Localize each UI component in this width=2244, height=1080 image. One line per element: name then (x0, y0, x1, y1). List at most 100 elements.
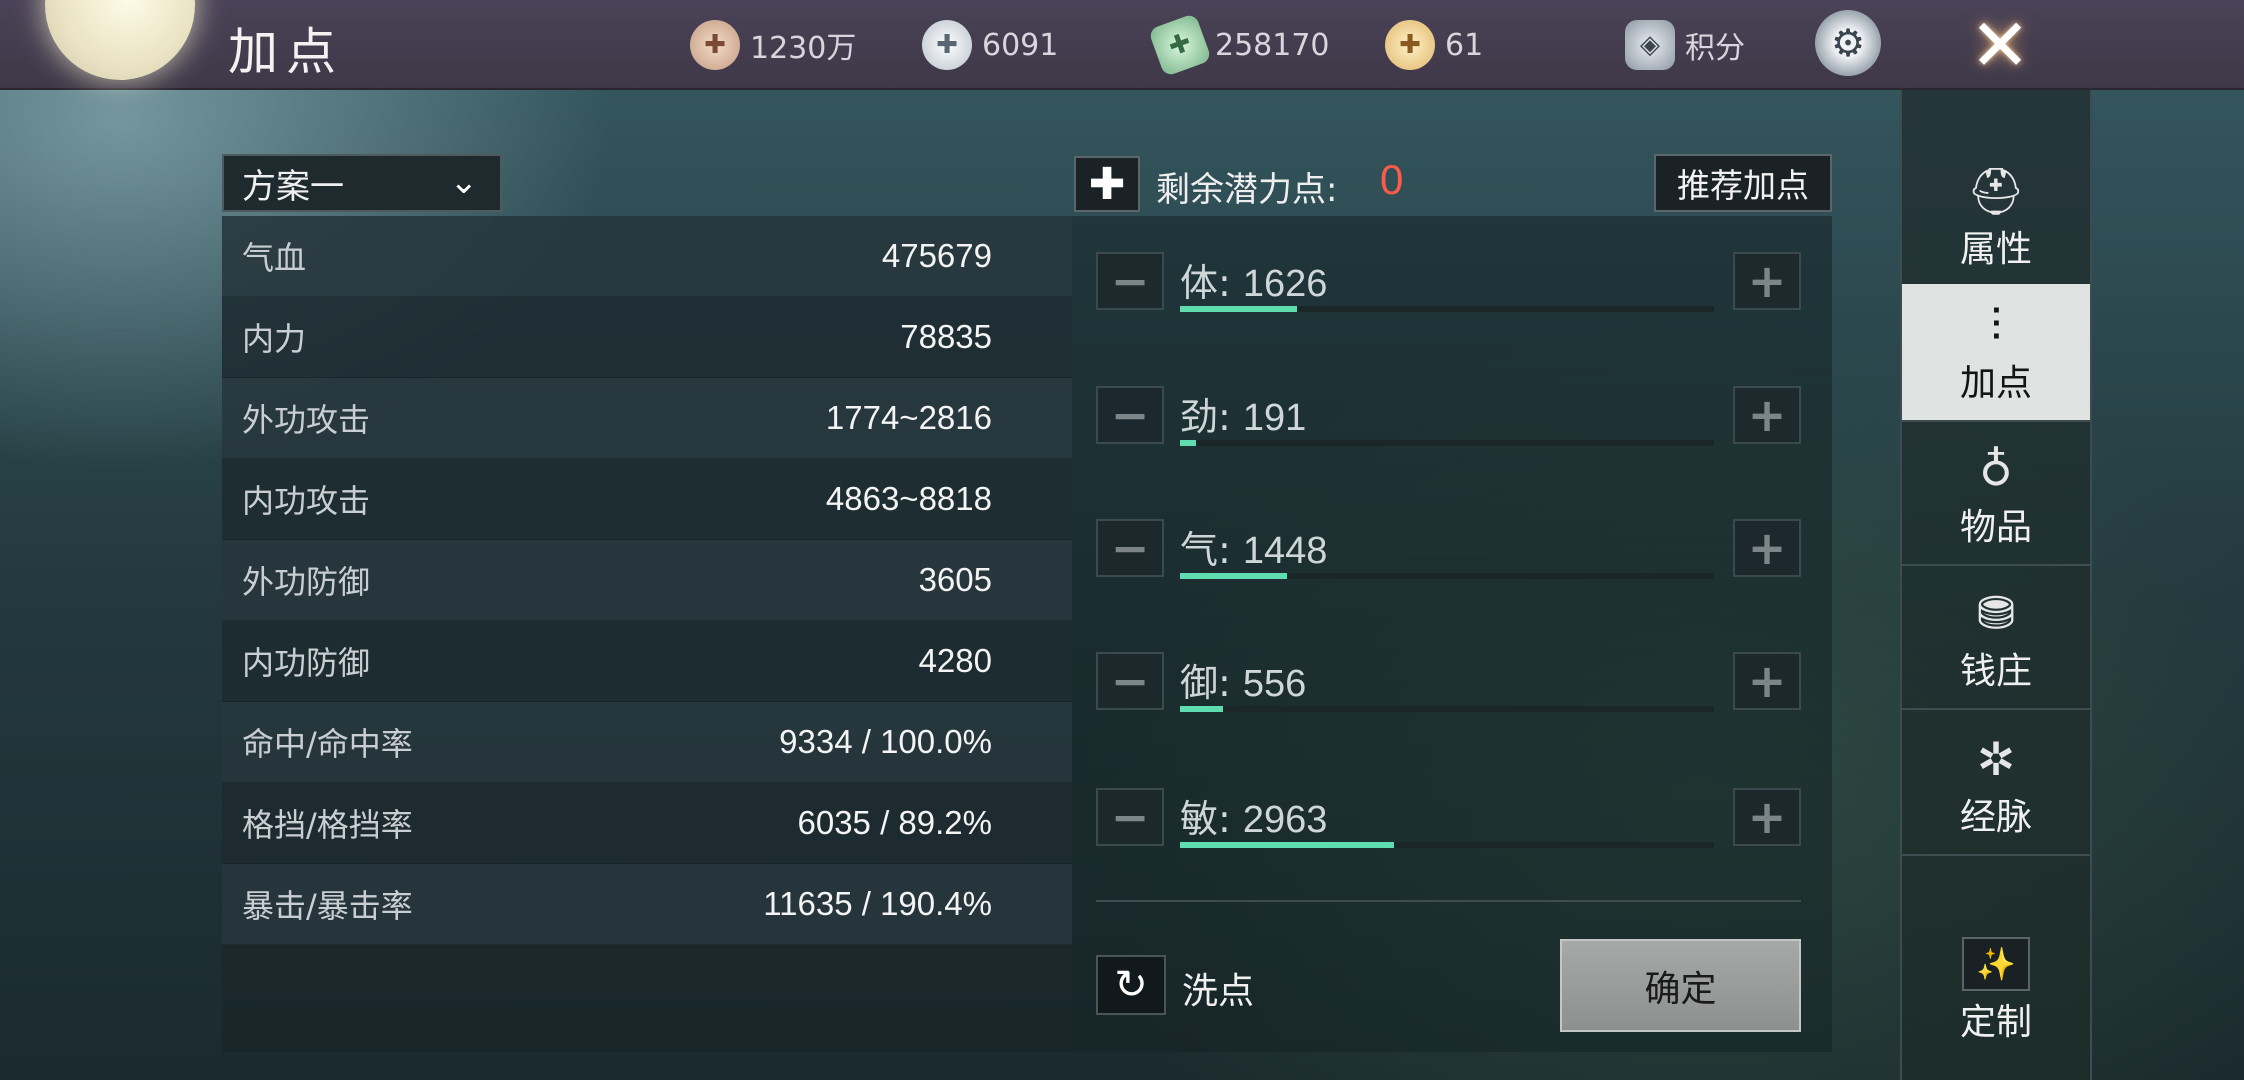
currency-silver[interactable]: ✚ 6091 (922, 10, 1058, 80)
bag-icon: ♁ (1979, 442, 2013, 496)
stat-label: 内功攻击 (242, 482, 371, 520)
attribute-progress-bar (1180, 706, 1714, 712)
attribute-label: 敏: 2963 (1180, 788, 1327, 843)
currency-gold[interactable]: ✚ 61 (1385, 10, 1483, 80)
stat-row: 气血 475679 (222, 216, 1072, 297)
stat-value: 1774~2816 (825, 399, 992, 436)
attribute-value: 2963 (1242, 799, 1328, 841)
attribute-separator: : (1218, 661, 1243, 705)
close-icon: ✕ (1969, 3, 2031, 87)
attribute-row: − 劲: 191 + (1096, 386, 1801, 448)
magic-wand-icon: ✨ (1962, 937, 2030, 991)
stats-panel: 气血 475679 内力 78835 外功攻击 1774~2816 内功攻击 4… (222, 216, 1072, 1052)
increase-button[interactable]: + (1733, 652, 1801, 710)
decrease-button[interactable]: − (1096, 788, 1164, 846)
meridian-icon: ✲ (1976, 732, 2016, 786)
decrease-button[interactable]: − (1096, 386, 1164, 444)
stat-value: 78835 (900, 318, 992, 355)
attribute-progress-fill (1180, 706, 1223, 712)
stat-label: 外功防御 (242, 563, 371, 601)
attribute-separator: : (1218, 261, 1243, 305)
sidebar-item-label: 属性 (1959, 229, 2032, 270)
score-button[interactable]: ◈ 积分 (1625, 10, 1745, 80)
money-bag-icon: ⛃ (1976, 586, 2016, 640)
stat-label: 气血 (242, 239, 307, 277)
decrease-button[interactable]: − (1096, 252, 1164, 310)
sidebar-item-custom[interactable]: ✨ 定制 (1902, 916, 2090, 1066)
close-button[interactable]: ✕ (1955, 2, 2045, 88)
increase-button[interactable]: + (1733, 519, 1801, 577)
page-title: 加点 (228, 23, 344, 81)
attribute-name: 气 (1180, 528, 1219, 572)
attribute-progress-fill (1180, 306, 1298, 312)
attribute-progress-fill (1180, 842, 1394, 848)
silver-ingot-add-icon: ✚ (922, 20, 972, 70)
score-label: 积分 (1685, 31, 1745, 66)
sidebar-item-items[interactable]: ♁ 物品 (1902, 428, 2090, 566)
minus-icon: − (1110, 790, 1150, 844)
attribute-name: 敏 (1180, 797, 1219, 841)
stat-label: 外功攻击 (242, 401, 371, 439)
attribute-row: − 体: 1626 + (1096, 252, 1801, 314)
sidebar-item-meridian[interactable]: ✲ 经脉 (1902, 718, 2090, 856)
stat-value: 4280 (918, 642, 992, 679)
confirm-button[interactable]: 确定 (1560, 939, 1801, 1032)
increase-button[interactable]: + (1733, 788, 1801, 846)
sidebar-item-bank[interactable]: ⛃ 钱庄 (1902, 572, 2090, 710)
currency-coins[interactable]: ✚ 1230万 (690, 10, 856, 80)
gold-ingot-add-icon: ✚ (1385, 20, 1435, 70)
plan-selected-label: 方案一 (242, 166, 344, 207)
sidebar-item-allocate[interactable]: ⫶ 加点 (1902, 284, 2090, 422)
add-potential-button[interactable]: ✚ (1074, 156, 1140, 212)
sidebar-item-label: 经脉 (1959, 797, 2032, 838)
sidebar-item-label: 钱庄 (1959, 651, 2032, 692)
increase-button[interactable]: + (1733, 386, 1801, 444)
shield-score-icon: ◈ (1625, 20, 1675, 70)
allocation-header: ✚ 剩余潜力点: 0 推荐加点 (1072, 154, 1832, 214)
moon-decoration (45, 0, 195, 80)
coin-add-icon: ✚ (690, 20, 740, 70)
remaining-points-value: 0 (1380, 156, 1404, 203)
attribute-progress-bar (1180, 440, 1714, 446)
plus-icon: + (1747, 654, 1787, 708)
stat-label: 命中/命中率 (242, 725, 413, 763)
decrease-button[interactable]: − (1096, 519, 1164, 577)
refresh-icon: ↻ (1114, 962, 1148, 1008)
sidebar-item-label: 加点 (1959, 363, 2032, 404)
sidebar-item-label: 物品 (1959, 507, 2032, 548)
sidebar-item-attributes[interactable]: ⛑ 属性 (1902, 150, 2090, 288)
stat-label: 内功防御 (242, 644, 371, 682)
attribute-name: 御 (1180, 661, 1219, 705)
sidebar: ⛑ 属性 ⫶ 加点 ♁ 物品 ⛃ 钱庄 ✲ 经脉 ✨ 定制 (1900, 90, 2092, 1080)
attribute-progress-bar (1180, 306, 1714, 312)
currency-jade[interactable]: ✚ 258170 (1147, 10, 1330, 80)
allocation-panel (1072, 216, 1832, 1052)
recommend-button[interactable]: 推荐加点 (1654, 154, 1832, 212)
stat-row: 内功攻击 4863~8818 (222, 459, 1072, 540)
divider (1096, 900, 1801, 902)
decrease-button[interactable]: − (1096, 652, 1164, 710)
stat-value: 9334 / 100.0% (779, 723, 992, 760)
attribute-progress-bar (1180, 573, 1714, 579)
stat-label: 暴击/暴击率 (242, 887, 413, 925)
attribute-row: − 敏: 2963 + (1096, 788, 1801, 850)
currency-jade-value: 258170 (1215, 27, 1330, 63)
increase-button[interactable]: + (1733, 252, 1801, 310)
attribute-value: 1448 (1242, 530, 1328, 572)
settings-button[interactable]: ⚙ (1815, 10, 1881, 76)
plan-dropdown[interactable]: 方案一 ⌄ (222, 154, 502, 212)
stat-row: 命中/命中率 9334 / 100.0% (222, 702, 1072, 783)
sliders-icon: ⫶ (1990, 298, 2002, 352)
attribute-row: − 气: 1448 + (1096, 519, 1801, 581)
reset-points-label[interactable]: 洗点 (1182, 962, 1254, 1014)
attribute-value: 191 (1242, 397, 1307, 439)
attribute-separator: : (1218, 395, 1243, 439)
attribute-progress-fill (1180, 440, 1197, 446)
currency-coins-value: 1230万 (750, 31, 857, 66)
stat-row: 格挡/格挡率 6035 / 89.2% (222, 783, 1072, 864)
attribute-name: 体 (1180, 261, 1219, 305)
plus-icon: + (1747, 521, 1787, 575)
plus-icon: ✚ (1088, 158, 1126, 210)
reset-points-button[interactable]: ↻ (1096, 955, 1166, 1015)
currency-gold-value: 61 (1445, 27, 1484, 63)
